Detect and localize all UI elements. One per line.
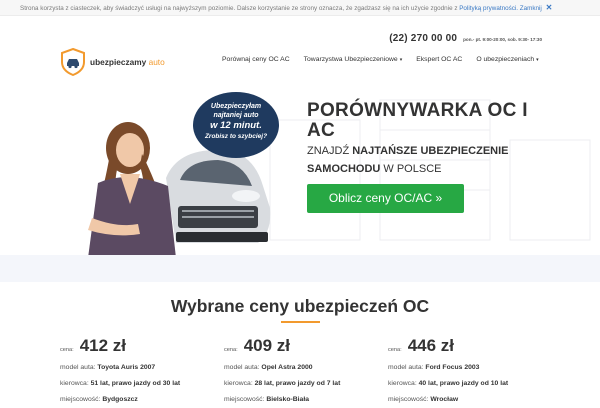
- offer-card: cena: 412 zł model auta: Toyota Auris 200…: [60, 336, 220, 408]
- hero-subtitle: ZNAJDŹ NAJTAŃSZE UBEZPIECZENIE SAMOCHODU…: [307, 142, 547, 178]
- price-label: cena:: [224, 347, 238, 353]
- model-value: Toyota Auris 2007: [97, 364, 156, 371]
- title-underline: [281, 321, 320, 323]
- nav-item-about[interactable]: O ubezpieczeniach ▾: [476, 56, 538, 63]
- main-nav: Porównaj ceny OC AC Towarzystwa Ubezpiec…: [222, 56, 539, 63]
- logo-accent-text: auto: [148, 57, 165, 67]
- shield-car-icon: [61, 48, 85, 76]
- driver-value: 40 lat, prawo jazdy od 10 lat: [418, 380, 509, 387]
- cookie-close-link[interactable]: Zamknij: [520, 5, 542, 12]
- site-logo[interactable]: ubezpieczamy auto: [60, 48, 165, 76]
- testimonial-bubble: Ubezpieczyłam najtaniej auto w 12 minut.…: [193, 92, 279, 158]
- calculate-prices-button[interactable]: Oblicz ceny OC/AC »: [307, 184, 464, 213]
- hero-sub-suffix: W POLSCE: [383, 163, 442, 175]
- phone-number[interactable]: (22) 270 00 00: [389, 33, 457, 44]
- model-label: model auta:: [224, 364, 260, 371]
- driver-label: kierowca:: [224, 380, 253, 387]
- driver-value: 28 lat, prawo jazdy od 7 lat: [254, 380, 341, 387]
- cookie-text: Strona korzysta z ciasteczek, aby świadc…: [20, 5, 458, 12]
- opening-hours: pon.- pt. 9:00-20:00, sob. 9:30- 17:30: [463, 37, 542, 42]
- price-value: 412 zł: [79, 336, 126, 355]
- nav-item-insurers[interactable]: Towarzystwa Ubezpieczeniowe ▾: [304, 56, 403, 63]
- bubble-line-1: Ubezpieczyłam: [210, 103, 262, 110]
- model-value: Ford Focus 2003: [425, 364, 480, 371]
- model-label: model auta:: [60, 364, 96, 371]
- driver-value: 51 lat, prawo jazdy od 30 lat: [90, 380, 181, 387]
- hero-title: PORÓWNYWARKA OC I AC: [307, 100, 528, 141]
- offer-card: cena: 409 zł model auta: Opel Astra 2000 …: [224, 336, 384, 408]
- car-image: [166, 149, 271, 243]
- logo-main-text: ubezpieczamy: [90, 57, 147, 67]
- model-value: Opel Astra 2000: [261, 364, 313, 371]
- privacy-policy-link[interactable]: Polityką prywatności.: [459, 5, 518, 12]
- offers-section-title: Wybrane ceny ubezpieczeń OC: [170, 296, 430, 316]
- model-label: model auta:: [388, 364, 424, 371]
- chevron-down-icon: ▾: [399, 57, 403, 63]
- nav-item-expert[interactable]: Ekspert OC AC: [416, 56, 462, 63]
- price-value: 409 zł: [243, 336, 290, 355]
- bubble-line-4: Zrobisz to szybciej?: [204, 133, 268, 140]
- price-label: cena:: [60, 347, 74, 353]
- driver-label: kierowca:: [388, 380, 417, 387]
- woman-image: [88, 122, 176, 258]
- price-label: cena:: [388, 347, 402, 353]
- offer-card: cena: 446 zł model auta: Ford Focus 2003 …: [388, 336, 548, 408]
- driver-label: kierowca:: [60, 380, 89, 387]
- chevron-down-icon: ▾: [536, 57, 539, 63]
- nav-item-compare[interactable]: Porównaj ceny OC AC: [222, 56, 290, 63]
- bubble-line-2: najtaniej auto: [213, 112, 259, 119]
- price-value: 446 zł: [407, 336, 454, 355]
- cookie-bar: Strona korzysta z ciasteczek, aby świadc…: [0, 0, 600, 16]
- logo-wordmark: ubezpieczamy auto: [90, 57, 165, 67]
- close-icon[interactable]: ✕: [546, 3, 553, 12]
- hero-bottom-band: [0, 255, 600, 282]
- contact-info: (22) 270 00 00 pon.- pt. 9:00-20:00, sob…: [389, 33, 542, 44]
- bubble-line-3: w 12 minut.: [210, 120, 262, 131]
- hero-sub-prefix: ZNAJDŹ: [307, 145, 350, 157]
